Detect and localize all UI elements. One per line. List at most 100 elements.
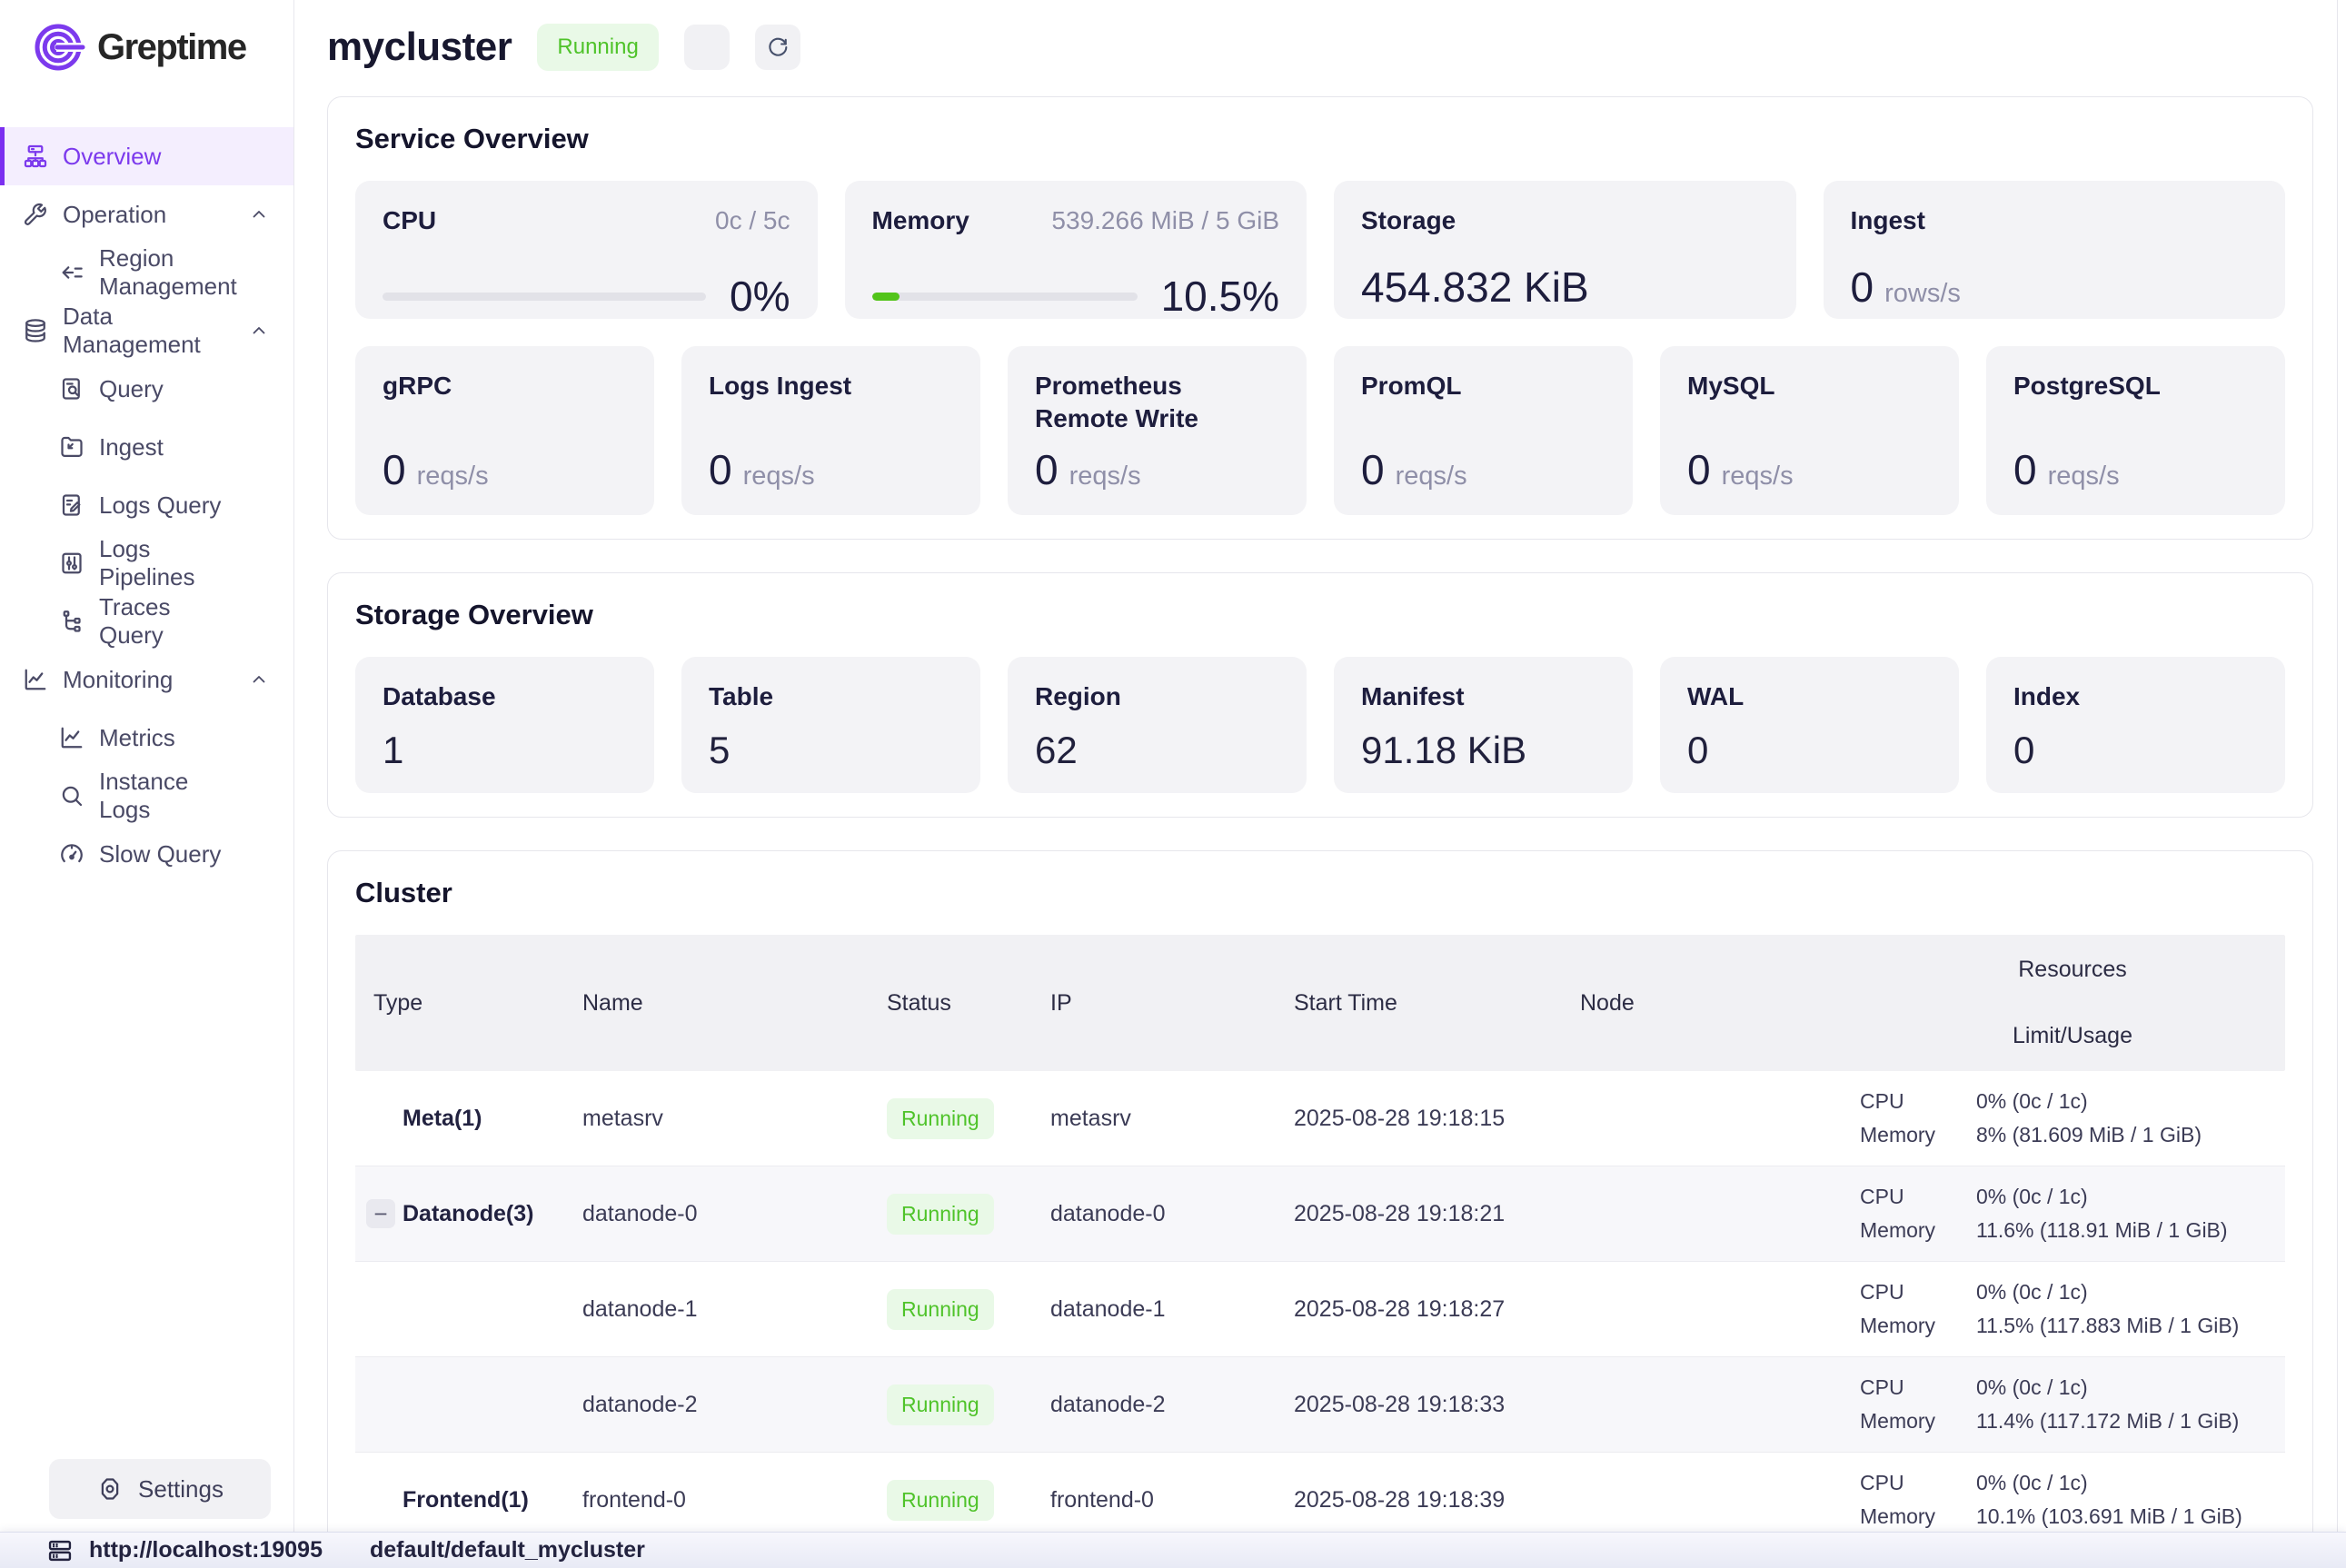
- cell-resources: CPU 0% (0c / 1c) Memory 11.5% (117.883 M…: [1860, 1280, 2285, 1338]
- ingest-label: Ingest: [1851, 204, 1925, 237]
- memory-row-label: Memory: [1860, 1314, 1976, 1338]
- collapse-button[interactable]: −: [366, 1199, 395, 1228]
- protocol-label: Prometheus Remote Write: [1035, 370, 1279, 436]
- sidebar-item[interactable]: Overview: [0, 127, 293, 185]
- chevron-up-icon[interactable]: [248, 320, 270, 342]
- sidebar-item-icon: [22, 201, 49, 228]
- refresh-button[interactable]: [755, 25, 800, 70]
- memory-row-value: 10.1% (103.691 MiB / 1 GiB): [1976, 1504, 2242, 1529]
- cell-start-time: 2025-08-28 19:18:39: [1294, 1487, 1580, 1513]
- sidebar-item-icon: [58, 259, 85, 286]
- stat-value: 0: [1687, 731, 1932, 769]
- protocol-unit: reqs/s: [2048, 461, 2120, 491]
- table-row[interactable]: − datanode-1 Running datanode-1 2025-08-…: [355, 1262, 2285, 1357]
- row-status-badge: Running: [887, 1289, 994, 1330]
- cpu-label: CPU: [383, 204, 436, 237]
- memory-row-label: Memory: [1860, 1409, 1976, 1434]
- settings-button[interactable]: Settings: [49, 1459, 271, 1519]
- stat-value: 0: [2013, 731, 2258, 769]
- sidebar-item[interactable]: Logs Pipelines: [0, 534, 293, 592]
- cell-name: datanode-1: [582, 1296, 887, 1323]
- sidebar-item[interactable]: Region Management: [0, 243, 293, 302]
- memory-progress-bar: [872, 293, 1138, 301]
- cell-start-time: 2025-08-28 19:18:15: [1294, 1106, 1580, 1132]
- cell-ip: datanode-1: [1050, 1296, 1294, 1323]
- page-title: mycluster: [327, 25, 512, 70]
- chevron-up-icon[interactable]: [248, 669, 270, 690]
- cell-status: Running: [887, 1194, 1050, 1235]
- cluster-title: Cluster: [355, 877, 2285, 909]
- stat-card: Region 62: [1008, 657, 1307, 793]
- protocol-card: PromQL 0 reqs/s: [1334, 346, 1633, 515]
- sidebar-item[interactable]: Operation: [0, 185, 293, 243]
- memory-percent: 10.5%: [1161, 275, 1279, 317]
- service-overview-section: Service Overview CPU 0c / 5c 0% Memory 5…: [327, 96, 2313, 540]
- cpu-row-label: CPU: [1860, 1089, 1976, 1114]
- stat-value: 1: [383, 731, 627, 769]
- refresh-icon: [765, 35, 790, 60]
- sidebar-item[interactable]: Logs Query: [0, 476, 293, 534]
- table-row[interactable]: − Datanode(3) datanode-0 Running datanod…: [355, 1166, 2285, 1262]
- page-header: mycluster Running: [327, 0, 2313, 96]
- sidebar-item[interactable]: Traces Query: [0, 592, 293, 650]
- protocol-value: 0: [1035, 449, 1059, 491]
- cell-ip: datanode-2: [1050, 1392, 1294, 1418]
- scrollbar-track[interactable]: [2337, 0, 2338, 1532]
- cell-resources: CPU 0% (0c / 1c) Memory 11.6% (118.91 Mi…: [1860, 1185, 2285, 1243]
- cell-status: Running: [887, 1480, 1050, 1521]
- memory-row-value: 11.4% (117.172 MiB / 1 GiB): [1976, 1409, 2239, 1434]
- cpu-row-value: 0% (0c / 1c): [1976, 1280, 2088, 1305]
- brand-name: Greptime: [97, 27, 246, 68]
- protocol-label: PostgreSQL: [2013, 370, 2258, 402]
- protocol-label: Logs Ingest: [709, 370, 953, 402]
- resources-subheader-label: Limit/Usage: [2013, 1023, 2132, 1049]
- sidebar-item-icon: [58, 433, 85, 461]
- service-overview-title: Service Overview: [355, 123, 2285, 155]
- cluster-status-badge: Running: [537, 24, 658, 71]
- stat-card: Database 1: [355, 657, 654, 793]
- header-cell-type: Type: [355, 990, 582, 1017]
- sidebar-item[interactable]: Slow Query: [0, 825, 293, 883]
- sidebar-item[interactable]: Instance Logs: [0, 767, 293, 825]
- ingest-value: 0: [1851, 266, 1874, 308]
- protocol-card: MySQL 0 reqs/s: [1660, 346, 1959, 515]
- sidebar-item-label: Traces Query: [99, 593, 234, 650]
- sidebar-item-icon: [58, 724, 85, 751]
- protocol-unit: reqs/s: [743, 461, 815, 491]
- sidebar-item[interactable]: Metrics: [0, 709, 293, 767]
- header-cell-name: Name: [582, 990, 887, 1017]
- sidebar-item-icon: [22, 666, 49, 693]
- memory-card: Memory 539.266 MiB / 5 GiB 10.5%: [845, 181, 1307, 319]
- blank-button[interactable]: [684, 25, 730, 70]
- header-cell-ip: IP: [1050, 990, 1294, 1017]
- sidebar-item-label: Operation: [63, 201, 166, 229]
- storage-stat-cards: Database 1 Table 5 Region 62 Manifest 91…: [355, 657, 2285, 793]
- ingest-unit: rows/s: [1884, 279, 1961, 309]
- cell-name: datanode-0: [582, 1201, 887, 1227]
- memory-row-label: Memory: [1860, 1218, 1976, 1243]
- gear-icon: [96, 1475, 124, 1503]
- sidebar-item[interactable]: Query: [0, 360, 293, 418]
- main-content: mycluster Running Service Overview CPU 0…: [294, 0, 2346, 1568]
- chevron-up-icon[interactable]: [248, 203, 270, 225]
- sidebar-item[interactable]: Ingest: [0, 418, 293, 476]
- sidebar-item-label: Region Management: [99, 244, 237, 301]
- protocol-card: Logs Ingest 0 reqs/s: [681, 346, 980, 515]
- row-status-badge: Running: [887, 1194, 994, 1235]
- table-row[interactable]: − datanode-2 Running datanode-2 2025-08-…: [355, 1357, 2285, 1453]
- protocol-value: 0: [1361, 449, 1385, 491]
- sidebar-item[interactable]: Data Management: [0, 302, 293, 360]
- cluster-table-body: − Meta(1) metasrv Running metasrv 2025-0…: [355, 1071, 2285, 1548]
- stat-card: Index 0: [1986, 657, 2285, 793]
- cpu-row-value: 0% (0c / 1c): [1976, 1375, 2088, 1400]
- stat-card: WAL 0: [1660, 657, 1959, 793]
- storage-overview-title: Storage Overview: [355, 599, 2285, 631]
- cell-start-time: 2025-08-28 19:18:33: [1294, 1392, 1580, 1418]
- cell-name: metasrv: [582, 1106, 887, 1132]
- sidebar-item[interactable]: Monitoring: [0, 650, 293, 709]
- sidebar-item-label: Query: [99, 375, 164, 403]
- cell-ip: frontend-0: [1050, 1487, 1294, 1513]
- protocol-unit: reqs/s: [1722, 461, 1794, 491]
- table-row[interactable]: − Meta(1) metasrv Running metasrv 2025-0…: [355, 1071, 2285, 1166]
- cell-type: Meta(1): [355, 1106, 582, 1132]
